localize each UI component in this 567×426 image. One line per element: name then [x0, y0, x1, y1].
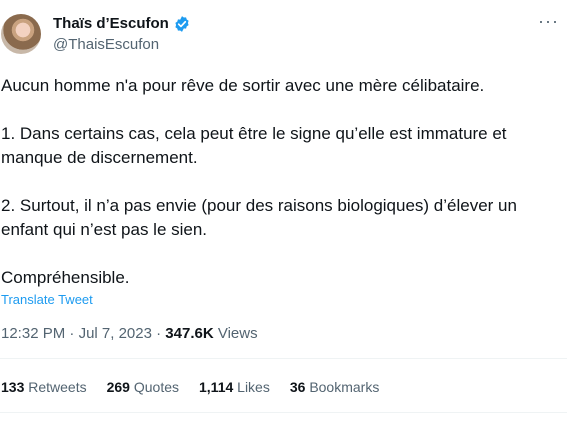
retweets-label: Retweets	[28, 379, 87, 395]
tweet-paragraph-2: 1. Dans certains cas, cela peut être le …	[1, 124, 507, 167]
author-handle[interactable]: @ThaisEscufon	[53, 36, 159, 54]
tweet-time[interactable]: 12:32 PM	[1, 325, 65, 342]
tweet-text: Aucun homme n'a pour rêve de sortir avec…	[1, 74, 551, 290]
author-name-row[interactable]: Thaïs d’Escufon	[53, 15, 191, 33]
quotes-stat[interactable]: 269 Quotes	[107, 378, 179, 396]
retweets-count: 133	[1, 379, 25, 395]
retweets-stat[interactable]: 133 Retweets	[1, 378, 87, 396]
tweet-paragraph-1: Aucun homme n'a pour rêve de sortir avec…	[1, 76, 485, 95]
likes-label: Likes	[237, 379, 270, 395]
meta-separator: ·	[156, 325, 166, 342]
tweet-stats: 133 Retweets 269 Quotes 1,114 Likes 36 B…	[1, 378, 379, 396]
tweet-paragraph-4: Compréhensible.	[1, 268, 130, 287]
translate-tweet-link[interactable]: Translate Tweet	[1, 292, 93, 308]
tweet-meta: 12:32 PM · Jul 7, 2023 · 347.6K Views	[1, 325, 258, 343]
quotes-count: 269	[106, 379, 130, 395]
views-count: 347.6K	[165, 325, 214, 342]
more-options-icon[interactable]: ···	[538, 12, 559, 30]
tweet-date[interactable]: Jul 7, 2023	[79, 325, 152, 342]
meta-separator: ·	[69, 325, 79, 342]
avatar[interactable]	[1, 14, 41, 54]
bookmarks-label: Bookmarks	[309, 379, 380, 395]
bookmarks-count: 36	[289, 379, 306, 395]
author-display-name[interactable]: Thaïs d’Escufon	[53, 15, 169, 33]
likes-stat[interactable]: 1,114 Likes	[199, 378, 270, 396]
verified-badge-icon	[173, 15, 191, 33]
views-label: Views	[217, 325, 258, 342]
quotes-label: Quotes	[133, 379, 179, 395]
bookmarks-stat[interactable]: 36 Bookmarks	[290, 378, 380, 396]
divider	[0, 412, 567, 413]
likes-count: 1,114	[199, 379, 234, 395]
divider	[0, 358, 567, 359]
tweet-paragraph-3: 2. Surtout, il n’a pas envie (pour des r…	[1, 196, 517, 239]
